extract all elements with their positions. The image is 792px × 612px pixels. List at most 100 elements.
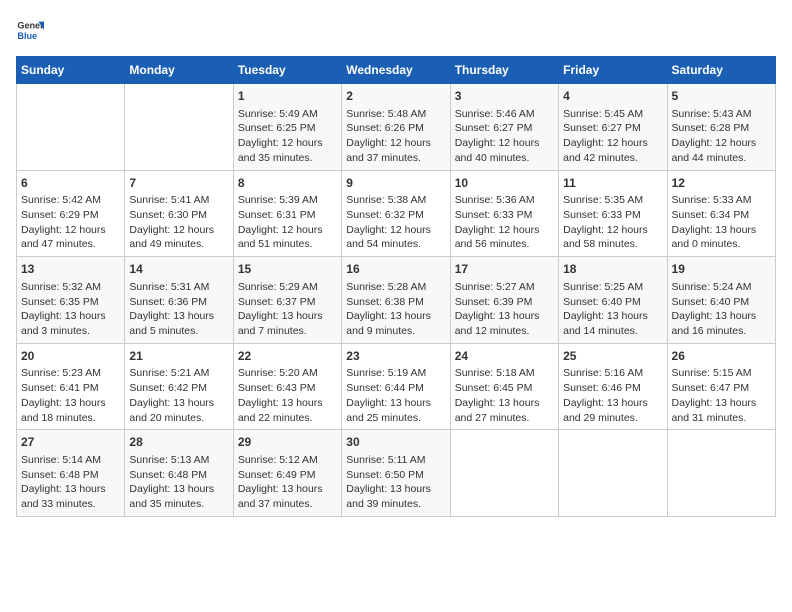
calendar-cell (17, 84, 125, 171)
day-info: and 37 minutes. (238, 497, 337, 512)
day-info: Sunrise: 5:48 AM (346, 107, 445, 122)
day-info: Sunset: 6:40 PM (563, 295, 662, 310)
day-info: Sunset: 6:37 PM (238, 295, 337, 310)
calendar-cell: 8Sunrise: 5:39 AMSunset: 6:31 PMDaylight… (233, 170, 341, 257)
day-number: 1 (238, 88, 337, 105)
day-info: Sunrise: 5:33 AM (672, 193, 771, 208)
day-info: Daylight: 12 hours (129, 223, 228, 238)
calendar-cell: 23Sunrise: 5:19 AMSunset: 6:44 PMDayligh… (342, 343, 450, 430)
day-info: and 35 minutes. (238, 151, 337, 166)
day-info: Sunset: 6:47 PM (672, 381, 771, 396)
day-number: 15 (238, 261, 337, 278)
calendar-cell: 28Sunrise: 5:13 AMSunset: 6:48 PMDayligh… (125, 430, 233, 517)
day-info: Daylight: 13 hours (346, 482, 445, 497)
day-info: Sunrise: 5:36 AM (455, 193, 554, 208)
day-info: Sunset: 6:30 PM (129, 208, 228, 223)
day-number: 26 (672, 348, 771, 365)
day-number: 17 (455, 261, 554, 278)
header-monday: Monday (125, 57, 233, 84)
day-info: and 14 minutes. (563, 324, 662, 339)
header-sunday: Sunday (17, 57, 125, 84)
day-number: 19 (672, 261, 771, 278)
day-info: Sunset: 6:32 PM (346, 208, 445, 223)
calendar-cell: 7Sunrise: 5:41 AMSunset: 6:30 PMDaylight… (125, 170, 233, 257)
day-number: 16 (346, 261, 445, 278)
day-info: Daylight: 13 hours (238, 396, 337, 411)
day-info: and 18 minutes. (21, 411, 120, 426)
day-info: Sunrise: 5:43 AM (672, 107, 771, 122)
day-info: Sunrise: 5:15 AM (672, 366, 771, 381)
day-number: 23 (346, 348, 445, 365)
day-info: Daylight: 12 hours (238, 223, 337, 238)
day-info: Sunrise: 5:46 AM (455, 107, 554, 122)
day-info: Sunset: 6:50 PM (346, 468, 445, 483)
day-info: Sunrise: 5:25 AM (563, 280, 662, 295)
day-number: 13 (21, 261, 120, 278)
day-info: Daylight: 13 hours (563, 309, 662, 324)
calendar-cell: 4Sunrise: 5:45 AMSunset: 6:27 PMDaylight… (559, 84, 667, 171)
day-info: Daylight: 13 hours (455, 396, 554, 411)
header-thursday: Thursday (450, 57, 558, 84)
day-info: and 12 minutes. (455, 324, 554, 339)
day-number: 7 (129, 175, 228, 192)
day-info: and 54 minutes. (346, 237, 445, 252)
calendar-cell (559, 430, 667, 517)
day-info: Sunrise: 5:45 AM (563, 107, 662, 122)
logo: General Blue (16, 16, 44, 44)
day-info: and 37 minutes. (346, 151, 445, 166)
day-info: Daylight: 13 hours (672, 223, 771, 238)
day-info: Daylight: 13 hours (672, 309, 771, 324)
day-info: Sunrise: 5:20 AM (238, 366, 337, 381)
day-info: Sunrise: 5:16 AM (563, 366, 662, 381)
calendar-table: SundayMondayTuesdayWednesdayThursdayFrid… (16, 56, 776, 517)
day-info: Sunset: 6:46 PM (563, 381, 662, 396)
calendar-cell: 27Sunrise: 5:14 AMSunset: 6:48 PMDayligh… (17, 430, 125, 517)
day-info: and 5 minutes. (129, 324, 228, 339)
calendar-cell (450, 430, 558, 517)
header-wednesday: Wednesday (342, 57, 450, 84)
day-info: Sunset: 6:39 PM (455, 295, 554, 310)
day-info: Daylight: 12 hours (21, 223, 120, 238)
day-number: 30 (346, 434, 445, 451)
day-info: Daylight: 12 hours (563, 223, 662, 238)
day-number: 18 (563, 261, 662, 278)
day-info: Sunrise: 5:32 AM (21, 280, 120, 295)
day-info: and 44 minutes. (672, 151, 771, 166)
day-info: Sunset: 6:35 PM (21, 295, 120, 310)
day-info: and 39 minutes. (346, 497, 445, 512)
day-info: Sunrise: 5:11 AM (346, 453, 445, 468)
calendar-cell: 6Sunrise: 5:42 AMSunset: 6:29 PMDaylight… (17, 170, 125, 257)
day-info: Daylight: 12 hours (455, 136, 554, 151)
day-info: Sunrise: 5:13 AM (129, 453, 228, 468)
day-info: Daylight: 13 hours (346, 396, 445, 411)
calendar-cell: 17Sunrise: 5:27 AMSunset: 6:39 PMDayligh… (450, 257, 558, 344)
day-info: and 9 minutes. (346, 324, 445, 339)
day-info: Daylight: 12 hours (672, 136, 771, 151)
calendar-cell: 26Sunrise: 5:15 AMSunset: 6:47 PMDayligh… (667, 343, 775, 430)
calendar-week-2: 6Sunrise: 5:42 AMSunset: 6:29 PMDaylight… (17, 170, 776, 257)
day-info: Daylight: 12 hours (346, 136, 445, 151)
day-number: 5 (672, 88, 771, 105)
calendar-cell: 29Sunrise: 5:12 AMSunset: 6:49 PMDayligh… (233, 430, 341, 517)
day-info: and 51 minutes. (238, 237, 337, 252)
day-info: Sunset: 6:45 PM (455, 381, 554, 396)
day-number: 27 (21, 434, 120, 451)
day-info: Daylight: 13 hours (346, 309, 445, 324)
svg-text:Blue: Blue (17, 31, 37, 41)
day-info: and 22 minutes. (238, 411, 337, 426)
calendar-cell: 21Sunrise: 5:21 AMSunset: 6:42 PMDayligh… (125, 343, 233, 430)
day-number: 28 (129, 434, 228, 451)
day-info: Sunset: 6:40 PM (672, 295, 771, 310)
day-info: and 56 minutes. (455, 237, 554, 252)
calendar-cell: 13Sunrise: 5:32 AMSunset: 6:35 PMDayligh… (17, 257, 125, 344)
calendar-header-row: SundayMondayTuesdayWednesdayThursdayFrid… (17, 57, 776, 84)
day-info: Sunset: 6:43 PM (238, 381, 337, 396)
day-info: Sunrise: 5:23 AM (21, 366, 120, 381)
calendar-cell: 3Sunrise: 5:46 AMSunset: 6:27 PMDaylight… (450, 84, 558, 171)
day-number: 10 (455, 175, 554, 192)
calendar-cell (667, 430, 775, 517)
day-info: Sunset: 6:34 PM (672, 208, 771, 223)
day-number: 24 (455, 348, 554, 365)
day-number: 11 (563, 175, 662, 192)
day-number: 21 (129, 348, 228, 365)
